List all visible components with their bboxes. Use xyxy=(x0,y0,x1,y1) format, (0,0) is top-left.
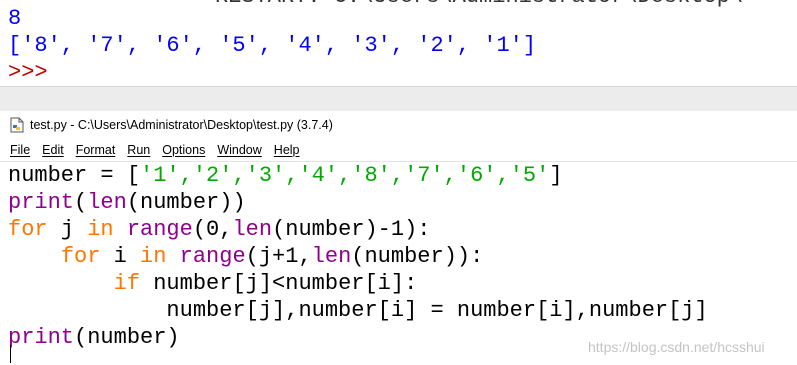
keyword-in: in xyxy=(140,244,167,269)
code-line-3: for j in range(0,len(number)-1): xyxy=(8,216,797,243)
shell-restart-banner: RESTART: C:\Users\Administrator\Desktop\ xyxy=(215,0,743,9)
code-line-1: number = ['1','2','3','4','8','7','6','5… xyxy=(8,162,797,189)
builtin-len: len xyxy=(311,244,352,269)
builtin-range: range xyxy=(126,217,193,242)
shell-prompt[interactable]: >>> xyxy=(8,60,48,86)
menu-file[interactable]: File xyxy=(5,143,35,157)
builtin-len: len xyxy=(232,217,273,242)
code-text: ] xyxy=(549,163,563,188)
code-text: ( xyxy=(74,190,88,215)
keyword-in: in xyxy=(87,217,114,242)
builtin-range: range xyxy=(179,244,246,269)
keyword-if: if xyxy=(113,271,141,296)
text-cursor xyxy=(10,345,11,363)
code-line-5: if number[j]<number[i]: xyxy=(8,270,797,297)
shell-output-line: 8 xyxy=(8,6,22,31)
code-text: (number)) xyxy=(126,190,246,215)
python-file-icon xyxy=(10,117,24,133)
string-literal: '1','2','3','4','8','7','6','5' xyxy=(140,163,550,188)
code-line-2: print(len(number)) xyxy=(8,189,797,216)
code-editor[interactable]: number = ['1','2','3','4','8','7','6','5… xyxy=(8,162,797,365)
builtin-print: print xyxy=(8,325,75,350)
menu-format[interactable]: Format xyxy=(71,143,121,157)
builtin-print: print xyxy=(8,190,75,215)
idle-editor-window: test.py - C:\Users\Administrator\Desktop… xyxy=(0,111,797,365)
code-line-4: for i in range(j+1,len(number)): xyxy=(8,243,797,270)
keyword-for: for xyxy=(60,244,101,269)
code-line-6: number[j],number[i] = number[i],number[j… xyxy=(8,297,797,324)
window-title: test.py - C:\Users\Administrator\Desktop… xyxy=(30,118,333,132)
watermark: https://blog.csdn.net/hcsshui xyxy=(588,339,765,355)
code-text: (number)): xyxy=(351,244,484,269)
code-text: j xyxy=(47,217,88,242)
python-shell-output: RESTART: C:\Users\Administrator\Desktop\… xyxy=(0,0,797,86)
menu-options[interactable]: Options xyxy=(157,143,210,157)
code-text: (j+1, xyxy=(245,244,312,269)
code-text: number[j],number[i] = number[i],number[j… xyxy=(8,298,708,323)
code-text: (0, xyxy=(192,217,233,242)
builtin-len: len xyxy=(87,190,127,215)
menu-run[interactable]: Run xyxy=(122,143,155,157)
window-titlebar[interactable]: test.py - C:\Users\Administrator\Desktop… xyxy=(0,111,797,139)
keyword-for: for xyxy=(8,217,48,242)
code-text: number = [ xyxy=(8,163,141,188)
menu-help[interactable]: Help xyxy=(269,143,305,157)
code-text: (number) xyxy=(74,325,180,350)
shell-output-line: ['8', '7', '6', '5', '4', '3', '2', '1'] xyxy=(8,33,537,58)
window-divider xyxy=(0,86,797,112)
code-text: i xyxy=(100,244,141,269)
menu-edit[interactable]: Edit xyxy=(37,143,69,157)
code-text: (number)-1): xyxy=(272,217,431,242)
menu-bar: File Edit Format Run Options Window Help xyxy=(0,139,797,162)
menu-window[interactable]: Window xyxy=(212,143,266,157)
code-text: number[j]<number[i]: xyxy=(140,271,418,296)
